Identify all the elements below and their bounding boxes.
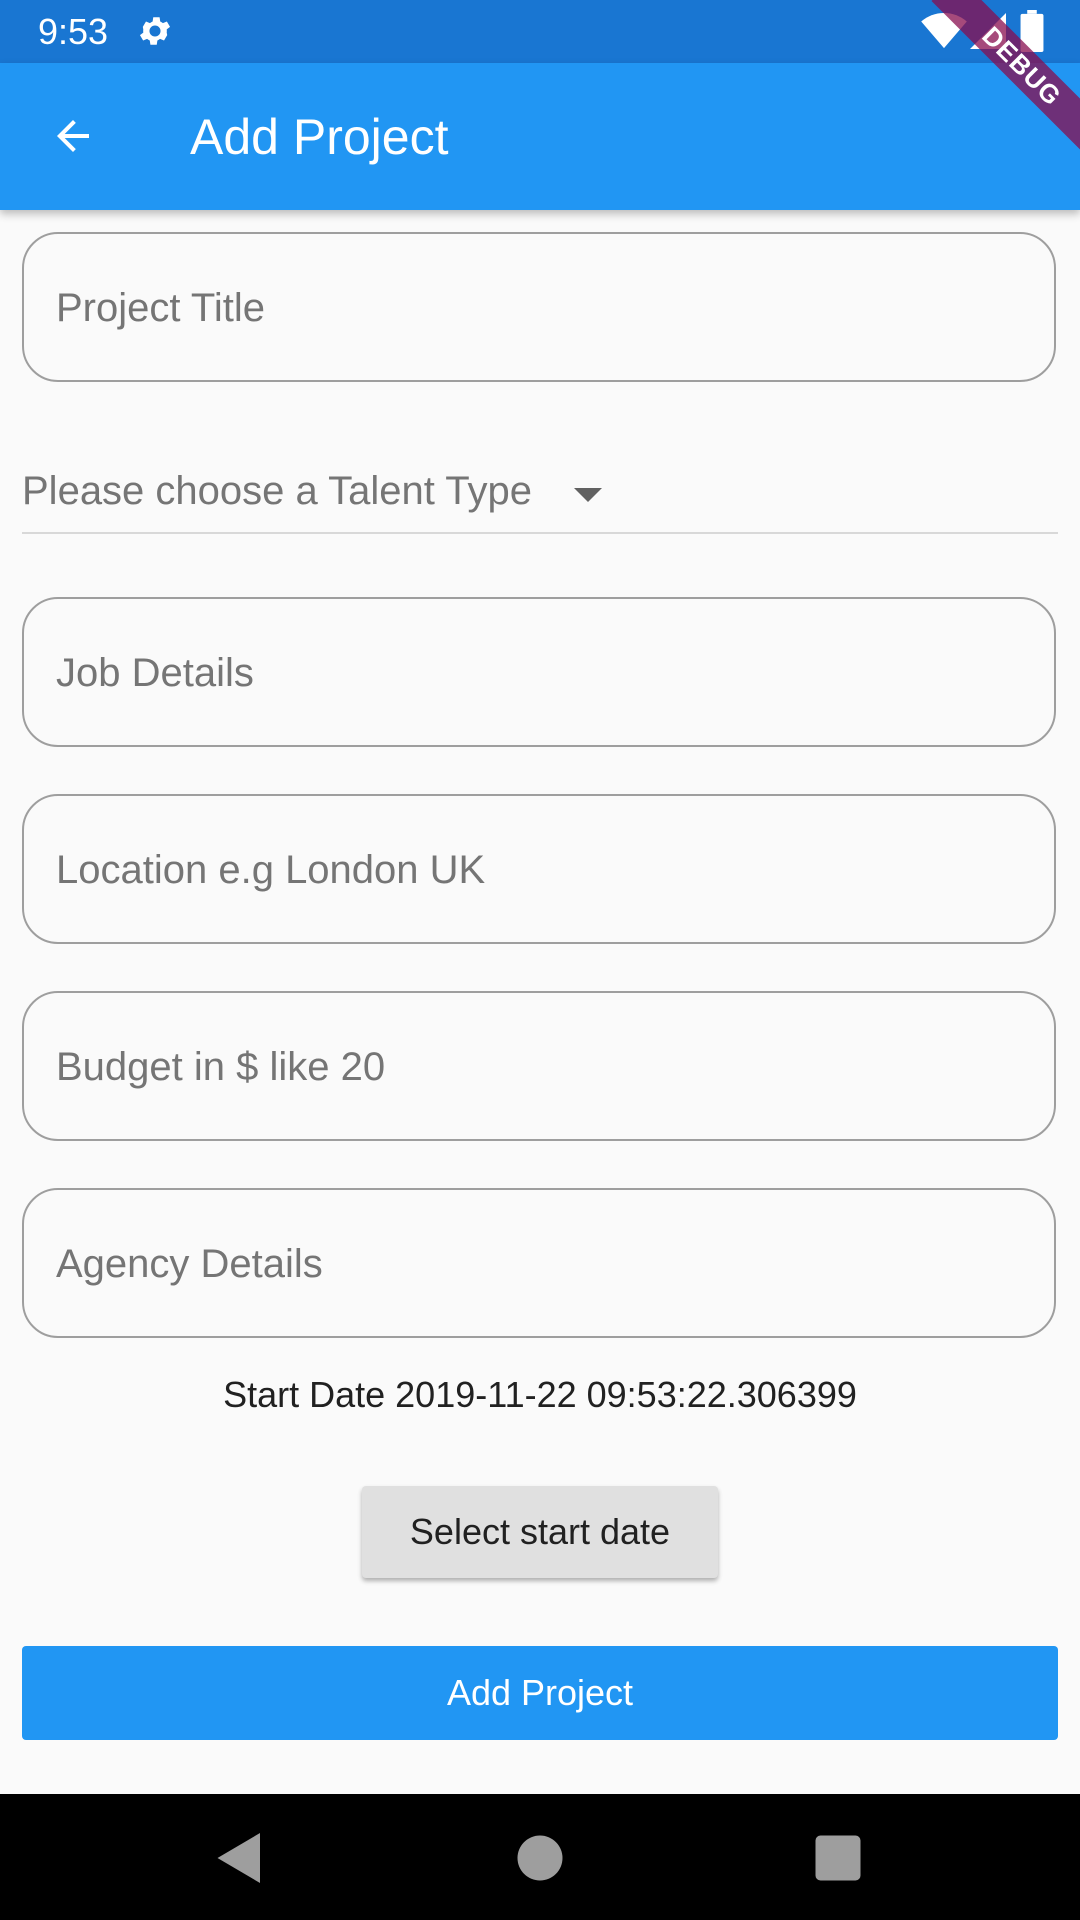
gear-icon xyxy=(139,17,171,45)
home-circle-icon[interactable] xyxy=(510,1828,570,1888)
project-title-input[interactable] xyxy=(54,234,1028,382)
recents-square-icon[interactable] xyxy=(808,1828,868,1888)
back-triangle-icon[interactable] xyxy=(210,1828,270,1888)
page-title: Add Project xyxy=(190,109,449,165)
add-project-button[interactable]: Add Project xyxy=(22,1646,1058,1740)
status-time: 9:53 xyxy=(38,11,109,52)
budget-field[interactable] xyxy=(22,991,1056,1141)
job-details-field[interactable] xyxy=(22,597,1056,747)
location-field[interactable] xyxy=(22,794,1056,944)
project-title-field[interactable] xyxy=(22,232,1056,382)
talent-type-dropdown[interactable]: Please choose a Talent Type xyxy=(22,452,1058,534)
navigation-bar xyxy=(0,1794,1080,1920)
back-button[interactable] xyxy=(40,103,106,169)
agency-details-input[interactable] xyxy=(54,1190,1028,1338)
arrow-left-icon xyxy=(57,120,89,152)
job-details-input[interactable] xyxy=(54,599,1028,747)
talent-type-label: Please choose a Talent Type xyxy=(22,469,532,513)
budget-input[interactable] xyxy=(54,993,1028,1141)
app-bar: Add Project xyxy=(0,63,1080,210)
status-bar: 9:53 xyxy=(0,0,1080,63)
select-start-date-button[interactable]: Select start date xyxy=(362,1486,718,1578)
start-date-text: Start Date 2019-11-22 09:53:22.306399 xyxy=(223,1374,857,1415)
agency-details-field[interactable] xyxy=(22,1188,1056,1338)
dropdown-arrow-icon xyxy=(574,488,602,502)
location-input[interactable] xyxy=(54,796,1028,944)
